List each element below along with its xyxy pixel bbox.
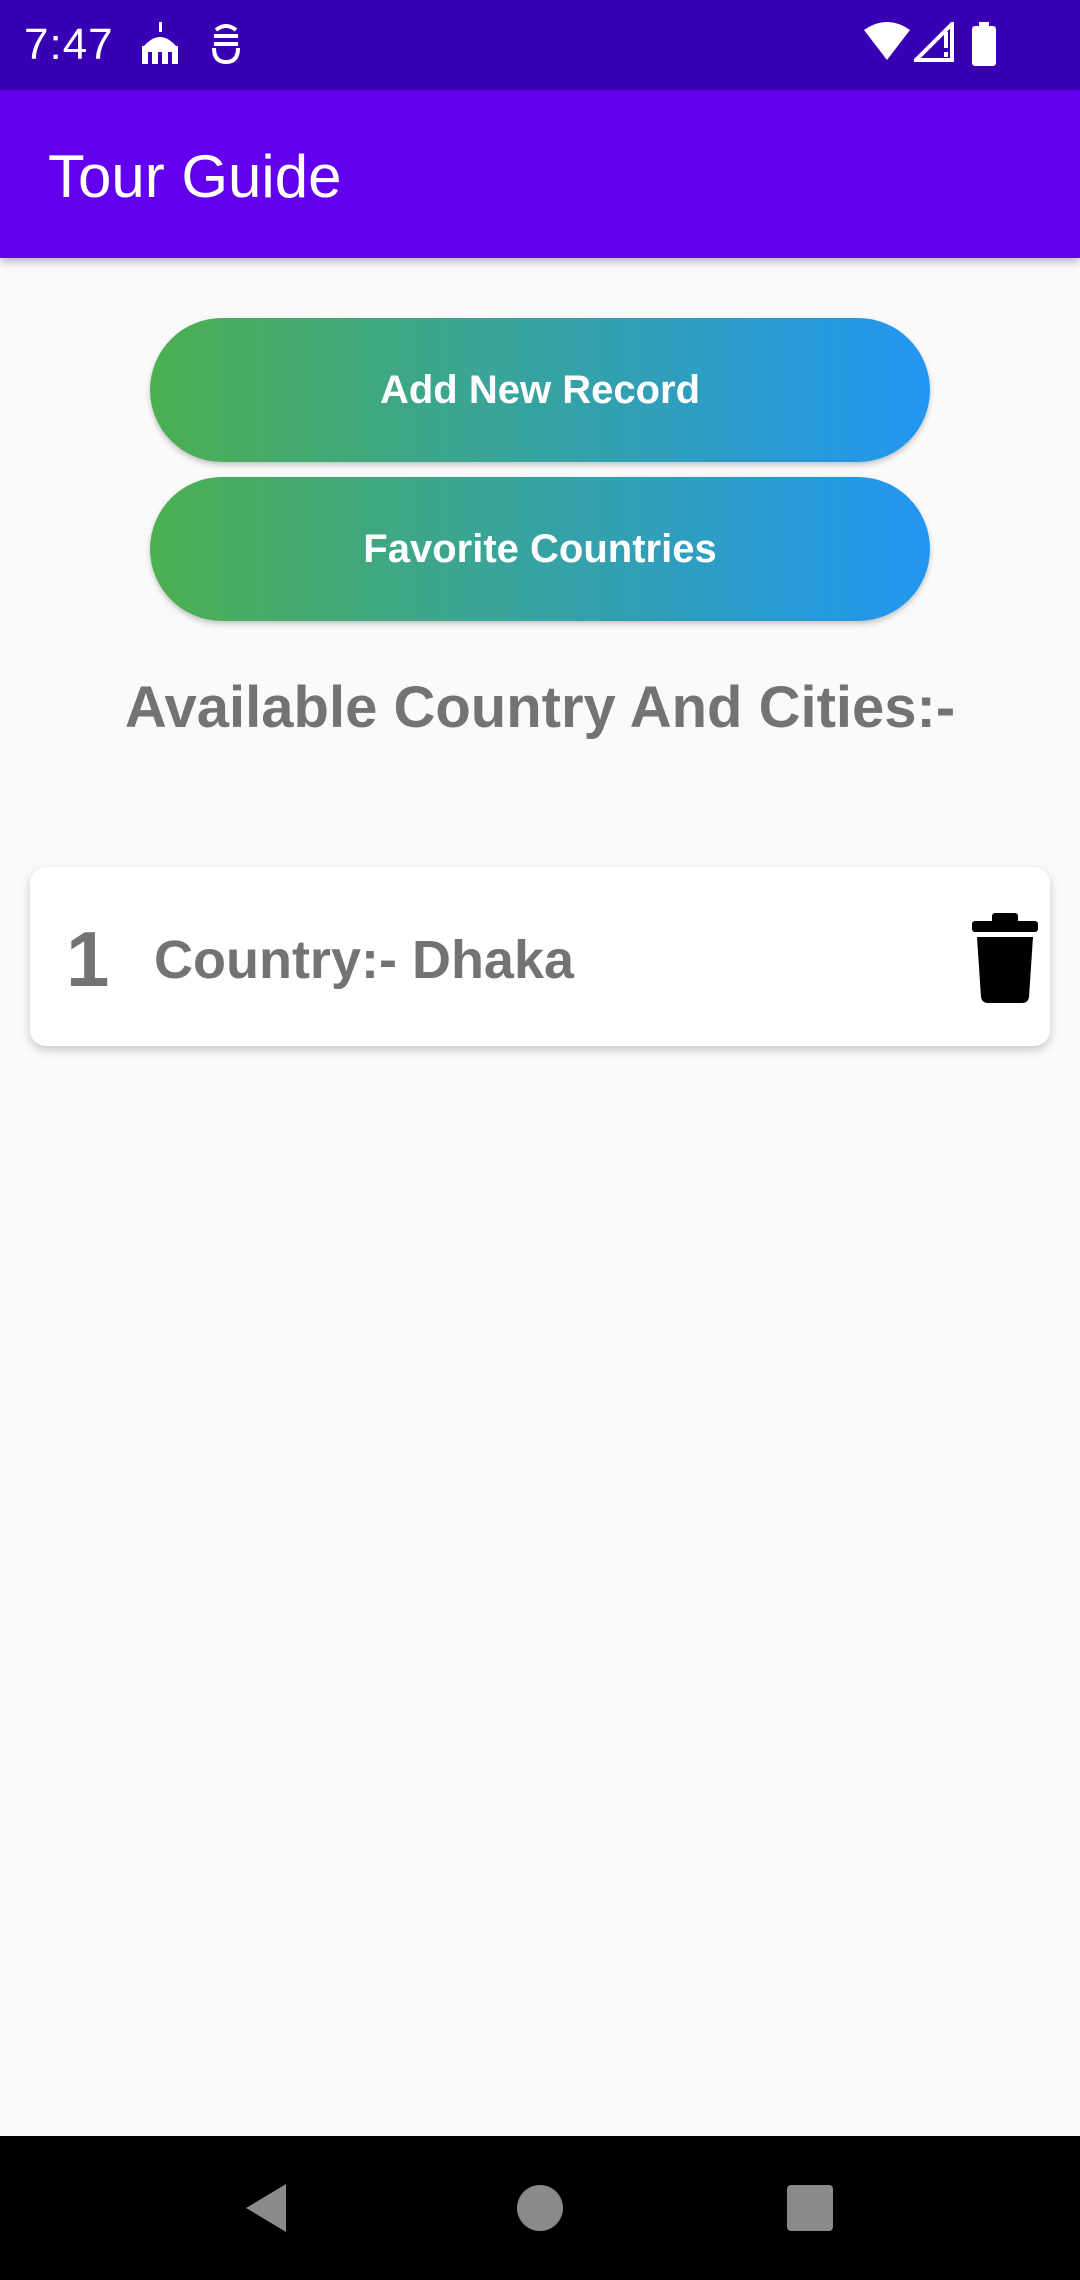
signal-icon — [914, 22, 954, 62]
recents-icon[interactable] — [778, 2176, 842, 2240]
home-icon[interactable] — [508, 2176, 572, 2240]
battery-icon — [972, 22, 996, 66]
delete-icon[interactable] — [970, 913, 1040, 1003]
record-country: Country:- Dhaka — [154, 930, 575, 990]
favorite-countries-button[interactable]: Favorite Countries — [150, 477, 930, 621]
app-title: Tour Guide — [48, 143, 342, 210]
navigation-bar — [0, 2136, 1080, 2280]
status-time: 7:47 — [24, 20, 114, 69]
mosque-icon — [142, 22, 178, 64]
back-icon[interactable] — [236, 2176, 300, 2240]
app-notification-icon — [212, 24, 240, 65]
add-new-record-button[interactable]: Add New Record — [150, 318, 930, 462]
status-bar: 7:47 — [0, 0, 1080, 90]
country-record-card[interactable]: 1 Country:- Dhaka — [30, 867, 1050, 1046]
app-bar: Tour Guide — [0, 90, 1080, 258]
record-index: 1 — [66, 915, 110, 1003]
wifi-icon — [864, 22, 910, 60]
section-heading: Available Country And Cities:- — [124, 675, 956, 740]
